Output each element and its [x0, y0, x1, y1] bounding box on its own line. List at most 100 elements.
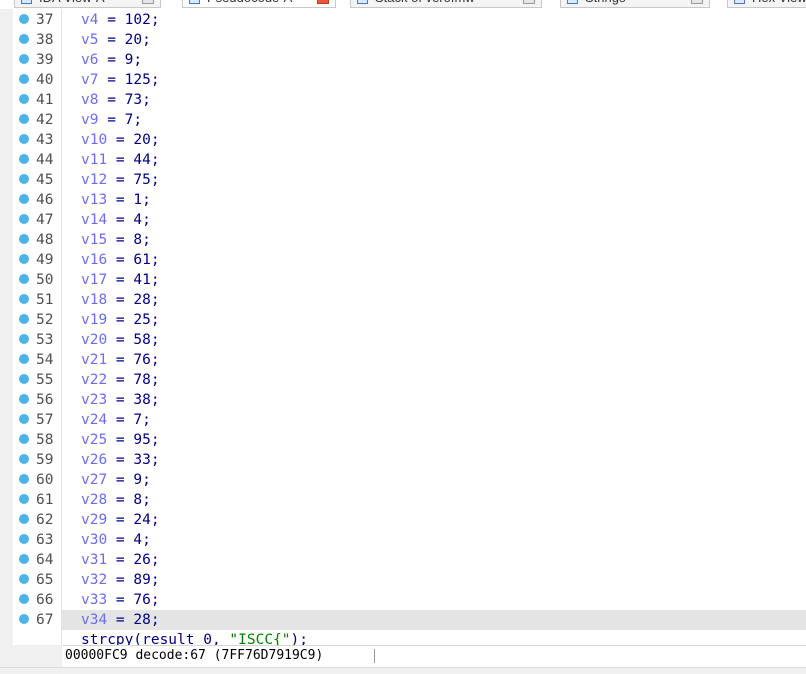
variable-name[interactable]: v14: [81, 212, 107, 228]
breakpoint-dot-icon[interactable]: [19, 14, 29, 24]
tab-1[interactable]: Pseudocode-A: [182, 0, 336, 8]
variable-name[interactable]: v9: [81, 112, 98, 128]
gutter-row[interactable]: 38: [13, 30, 61, 50]
code-line[interactable]: v24 = 7;: [62, 410, 806, 430]
code-line[interactable]: v11 = 44;: [62, 150, 806, 170]
breakpoint-dot-icon[interactable]: [19, 294, 29, 304]
code-line[interactable]: v6 = 9;: [62, 50, 806, 70]
gutter-row[interactable]: 40: [13, 70, 61, 90]
code-line[interactable]: v13 = 1;: [62, 190, 806, 210]
breakpoint-dot-icon[interactable]: [19, 214, 29, 224]
breakpoint-dot-icon[interactable]: [19, 154, 29, 164]
code-line[interactable]: v21 = 76;: [62, 350, 806, 370]
gutter-row[interactable]: 58: [13, 430, 61, 450]
variable-name[interactable]: v30: [81, 532, 107, 548]
gutter-row[interactable]: 64: [13, 550, 61, 570]
breakpoint-dot-icon[interactable]: [19, 574, 29, 584]
variable-name[interactable]: v16: [81, 252, 107, 268]
variable-name[interactable]: v18: [81, 292, 107, 308]
code-line[interactable]: v7 = 125;: [62, 70, 806, 90]
code-line[interactable]: v12 = 75;: [62, 170, 806, 190]
variable-name[interactable]: v11: [81, 152, 107, 168]
breakpoint-dot-icon[interactable]: [19, 314, 29, 324]
code-line[interactable]: v33 = 76;: [62, 590, 806, 610]
code-line[interactable]: v28 = 8;: [62, 490, 806, 510]
tab-0[interactable]: IDA View-A: [14, 0, 161, 8]
variable-name[interactable]: v23: [81, 392, 107, 408]
breakpoint-dot-icon[interactable]: [19, 534, 29, 544]
variable-name[interactable]: v25: [81, 432, 107, 448]
gutter-row[interactable]: 65: [13, 570, 61, 590]
tab-2[interactable]: Stack of verofmw: [350, 0, 542, 8]
tab-close-icon[interactable]: [142, 0, 154, 4]
breakpoint-dot-icon[interactable]: [19, 514, 29, 524]
gutter-row[interactable]: 62: [13, 510, 61, 530]
breakpoint-dot-icon[interactable]: [19, 94, 29, 104]
gutter-row[interactable]: 66: [13, 590, 61, 610]
breakpoint-dot-icon[interactable]: [19, 614, 29, 624]
gutter-row[interactable]: 45: [13, 170, 61, 190]
variable-name[interactable]: v4: [81, 12, 98, 28]
breakpoint-dot-icon[interactable]: [19, 434, 29, 444]
function-name[interactable]: strcpy: [81, 632, 133, 645]
variable-name[interactable]: v13: [81, 192, 107, 208]
variable-name[interactable]: v8: [81, 92, 98, 108]
code-line[interactable]: v14 = 4;: [62, 210, 806, 230]
breakpoint-dot-icon[interactable]: [19, 454, 29, 464]
breakpoint-dot-icon[interactable]: [19, 34, 29, 44]
breakpoint-dot-icon[interactable]: [19, 194, 29, 204]
code-line[interactable]: v19 = 25;: [62, 310, 806, 330]
breakpoint-dot-icon[interactable]: [19, 134, 29, 144]
gutter-row[interactable]: 55: [13, 370, 61, 390]
code-line[interactable]: v15 = 8;: [62, 230, 806, 250]
gutter-row[interactable]: 59: [13, 450, 61, 470]
breakpoint-dot-icon[interactable]: [19, 554, 29, 564]
breakpoint-dot-icon[interactable]: [19, 494, 29, 504]
tab-close-icon[interactable]: [317, 0, 329, 4]
code-line[interactable]: v5 = 20;: [62, 30, 806, 50]
gutter-row[interactable]: 39: [13, 50, 61, 70]
variable-name[interactable]: v27: [81, 472, 107, 488]
breakpoint-dot-icon[interactable]: [19, 374, 29, 384]
breakpoint-dot-icon[interactable]: [19, 474, 29, 484]
code-line[interactable]: v31 = 26;: [62, 550, 806, 570]
breakpoint-dot-icon[interactable]: [19, 354, 29, 364]
variable-name[interactable]: v7: [81, 72, 98, 88]
code-line[interactable]: v27 = 9;: [62, 470, 806, 490]
variable-name[interactable]: v26: [81, 452, 107, 468]
variable-name[interactable]: v29: [81, 512, 107, 528]
code-line[interactable]: v32 = 89;: [62, 570, 806, 590]
code-line-strcpy[interactable]: strcpy(result_0, "ISCC{");: [62, 630, 806, 645]
variable-name[interactable]: v24: [81, 412, 107, 428]
code-editor[interactable]: v4 = 102; v5 = 20; v6 = 9; v7 = 125; v8 = 73…: [62, 9, 806, 645]
code-line[interactable]: v26 = 33;: [62, 450, 806, 470]
code-line[interactable]: v20 = 58;: [62, 330, 806, 350]
variable-name[interactable]: v34: [81, 612, 107, 628]
variable-name[interactable]: v5: [81, 32, 98, 48]
tab-4[interactable]: Hex View-1: [727, 0, 806, 8]
variable-name[interactable]: v21: [81, 352, 107, 368]
gutter-row[interactable]: 49: [13, 250, 61, 270]
gutter-row[interactable]: 53: [13, 330, 61, 350]
gutter-row[interactable]: 51: [13, 290, 61, 310]
gutter-row[interactable]: 54: [13, 350, 61, 370]
tab-3[interactable]: Strings: [560, 0, 710, 8]
code-line[interactable]: v29 = 24;: [62, 510, 806, 530]
breakpoint-dot-icon[interactable]: [19, 234, 29, 244]
code-line[interactable]: v16 = 61;: [62, 250, 806, 270]
gutter-row[interactable]: 42: [13, 110, 61, 130]
code-line[interactable]: v25 = 95;: [62, 430, 806, 450]
variable-name[interactable]: v33: [81, 592, 107, 608]
gutter-row[interactable]: 41: [13, 90, 61, 110]
gutter-row[interactable]: 67: [13, 610, 61, 630]
breakpoint-dot-icon[interactable]: [19, 594, 29, 604]
code-line[interactable]: v22 = 78;: [62, 370, 806, 390]
variable-name[interactable]: v17: [81, 272, 107, 288]
breakpoint-dot-icon[interactable]: [19, 174, 29, 184]
code-line[interactable]: v30 = 4;: [62, 530, 806, 550]
gutter-row[interactable]: 63: [13, 530, 61, 550]
variable-name[interactable]: v15: [81, 232, 107, 248]
variable-name[interactable]: v22: [81, 372, 107, 388]
breakpoint-dot-icon[interactable]: [19, 334, 29, 344]
gutter-row[interactable]: 56: [13, 390, 61, 410]
